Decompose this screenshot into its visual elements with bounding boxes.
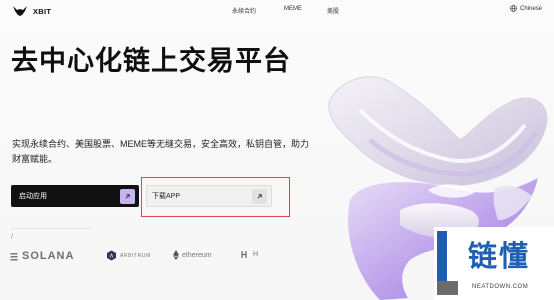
nav-us-stocks[interactable]: 美股 [327, 6, 339, 15]
solana-label: SOLANA [22, 250, 75, 262]
arbitrum-label: ARBITRUM [120, 252, 151, 259]
launch-arrow-box [120, 188, 135, 204]
partial-partner-label: H [253, 251, 259, 258]
arrow-up-right-icon [125, 193, 130, 199]
hero-title: 去中心化链上交易平台 [11, 46, 291, 76]
hero-description: 实现永续合约、美国股票、MEME等无缝交易，安全高效，私钥自管，助力财富赋能。 [12, 139, 310, 164]
partner-partial: H [241, 250, 258, 259]
bull-logo-icon [13, 6, 27, 16]
arrow-up-right-icon [257, 193, 262, 199]
launch-app-label: 启动应用 [19, 193, 47, 200]
watermark-badge: 链懂 NEATDOWN.COM [434, 227, 554, 300]
watermark-l-logo-icon [434, 229, 460, 297]
download-app-label: 下载APP [152, 193, 181, 200]
ethereum-label: ethereum [182, 251, 212, 259]
language-label: Chinese [519, 5, 542, 12]
partners-divider [11, 228, 91, 229]
nav-meme[interactable]: MEME [284, 6, 302, 12]
partner-solana: SOLANA [10, 250, 74, 262]
brand-logo[interactable]: XBIT [12, 4, 51, 18]
download-arrow-box [252, 188, 267, 204]
watermark-text: 链懂 [468, 241, 531, 273]
launch-app-button[interactable]: 启动应用 [11, 185, 139, 207]
watermark-url: NEATDOWN.COM [472, 284, 529, 290]
arbitrum-icon [107, 250, 116, 261]
partner-arbitrum: ARBITRUM [106, 250, 151, 261]
globe-icon [510, 5, 517, 12]
small-mark: / [11, 234, 13, 241]
top-header: XBIT 永续合约 MEME 美股 Chinese [0, 0, 554, 22]
ethereum-icon [173, 250, 179, 260]
nav-perpetual[interactable]: 永续合约 [232, 6, 256, 15]
download-app-button[interactable]: 下载APP [146, 185, 272, 207]
language-selector[interactable]: Chinese [510, 5, 542, 12]
partner-mark-icon [241, 251, 247, 258]
solana-bars-icon [10, 252, 18, 260]
brand-name: XBIT [33, 6, 52, 16]
partner-ethereum: ethereum [173, 250, 212, 260]
